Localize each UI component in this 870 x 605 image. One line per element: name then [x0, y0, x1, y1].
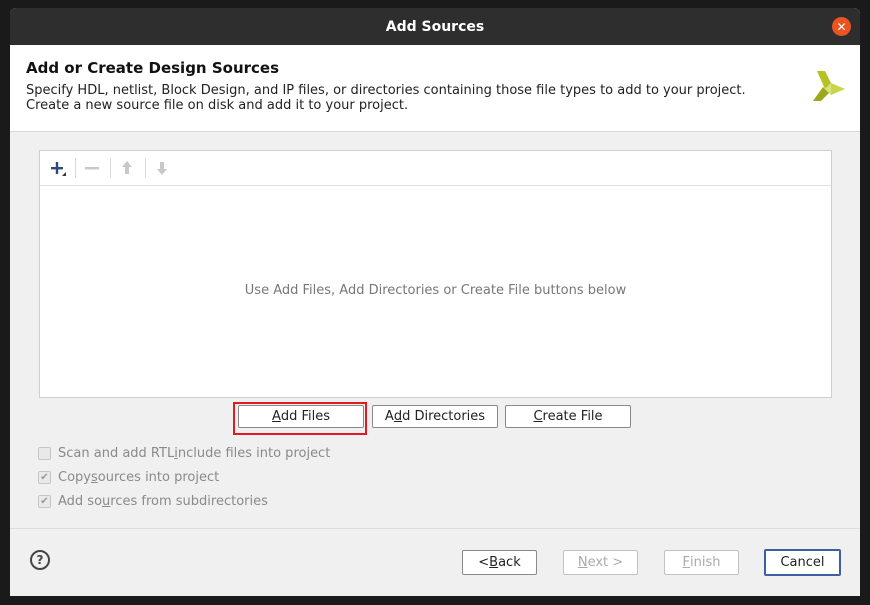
close-icon: ✕	[836, 19, 847, 34]
dialog-header: Add or Create Design Sources Specify HDL…	[10, 45, 860, 132]
button-label: dd Files	[280, 409, 331, 424]
mnemonic: u	[102, 493, 111, 509]
back-button[interactable]: < Back	[462, 550, 537, 575]
list-toolbar	[40, 151, 831, 186]
move-down-button[interactable]	[150, 156, 174, 180]
empty-list-message: Use Add Files, Add Directories or Create…	[244, 283, 627, 298]
button-label: Cancel	[780, 555, 825, 570]
mnemonic: d	[393, 409, 403, 424]
page-description: Specify HDL, netlist, Block Design, and …	[26, 83, 746, 113]
arrow-down-icon	[157, 162, 167, 175]
sources-list[interactable]: Use Add Files, Add Directories or Create…	[39, 150, 832, 398]
add-files-button[interactable]: Add Files	[238, 405, 364, 428]
checkbox[interactable]: ✔	[38, 494, 51, 508]
mnemonic: A	[271, 409, 281, 424]
mnemonic: B	[489, 555, 499, 570]
remove-source-button[interactable]	[80, 156, 104, 180]
cancel-button[interactable]: Cancel	[764, 549, 841, 576]
create-file-button[interactable]: Create File	[505, 405, 631, 428]
next-button[interactable]: Next >	[563, 550, 638, 575]
button-label: ack	[498, 555, 521, 570]
button-label: inish	[690, 555, 721, 570]
vivado-logo-icon	[813, 71, 845, 101]
scan-rtl-option[interactable]: Scan and add RTL i nclude files into proj…	[38, 444, 330, 462]
toolbar-separator	[145, 158, 146, 178]
move-up-button[interactable]	[115, 156, 139, 180]
add-subdirs-option[interactable]: ✔ Add so u rces from subdirectories	[38, 492, 268, 510]
button-label: d Directories	[402, 409, 486, 424]
help-icon: ?	[36, 553, 44, 567]
finish-button[interactable]: Finish	[664, 550, 739, 575]
checkmark-icon: ✔	[40, 495, 49, 507]
option-label: Copy	[58, 469, 91, 485]
minus-icon	[85, 167, 99, 170]
page-title: Add or Create Design Sources	[26, 59, 280, 77]
toolbar-separator	[110, 158, 111, 178]
arrow-up-icon	[122, 161, 132, 174]
help-button[interactable]: ?	[30, 550, 50, 570]
option-label: Add so	[58, 493, 103, 509]
button-label: <	[478, 555, 490, 570]
copy-sources-option[interactable]: ✔ Copy s ources into project	[38, 468, 219, 486]
option-label: ources into project	[97, 469, 220, 485]
toolbar-separator	[75, 158, 76, 178]
mnemonic: C	[533, 409, 543, 424]
checkbox[interactable]: ✔	[38, 470, 51, 484]
title-bar[interactable]: Add Sources ✕	[10, 8, 860, 45]
window-title: Add Sources	[385, 18, 485, 35]
button-label: ext >	[587, 555, 624, 570]
mnemonic: F	[682, 555, 690, 570]
add-source-button[interactable]	[46, 156, 70, 180]
button-label: reate File	[542, 409, 603, 424]
close-button[interactable]: ✕	[832, 17, 851, 36]
add-directories-button[interactable]: Add Directories	[372, 405, 498, 428]
plus-icon	[51, 162, 66, 176]
checkbox[interactable]	[38, 446, 51, 460]
add-sources-dialog: Add Sources ✕ Add or Create Design Sourc…	[10, 8, 860, 596]
mnemonic: N	[577, 555, 588, 570]
footer-divider	[10, 528, 860, 529]
option-label: nclude files into project	[177, 445, 331, 461]
button-label: A	[384, 409, 394, 424]
mnemonic: s	[90, 469, 98, 485]
checkmark-icon: ✔	[40, 471, 49, 483]
option-label: Scan and add RTL	[58, 445, 175, 461]
option-label: rces from subdirectories	[110, 493, 268, 509]
